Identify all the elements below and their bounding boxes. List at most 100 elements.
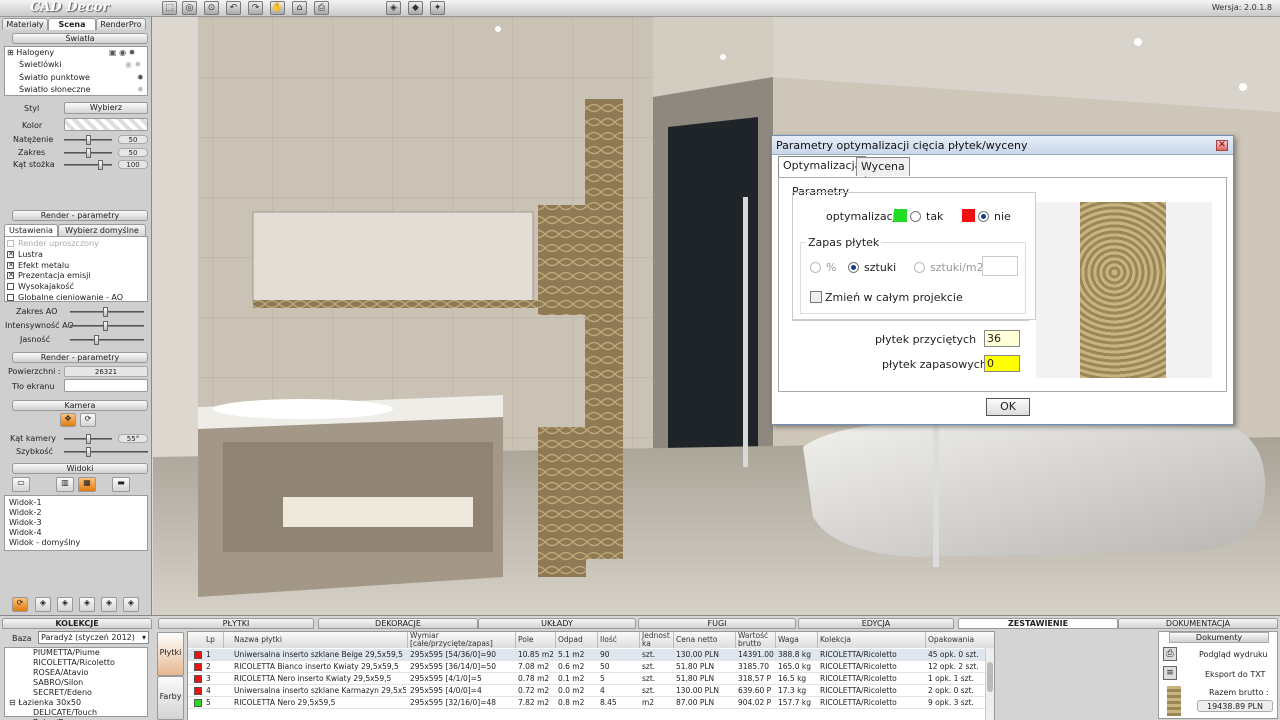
col-nazwa[interactable]: Nazwa płytki (224, 632, 408, 648)
slider-knob[interactable] (86, 447, 91, 457)
zakres-value[interactable]: 50 (118, 148, 148, 157)
podglad-wydruku-button[interactable]: Podgląd wydruku (1199, 650, 1268, 659)
tab-wybierz-domyslne[interactable]: Wybierz domyślne (58, 224, 146, 236)
visibility-icon[interactable]: ◉ ✹ (125, 60, 141, 69)
cube-view-icon[interactable]: ◈ (79, 597, 95, 612)
cube-view-icon[interactable]: ◈ (57, 597, 73, 612)
cube-side-icon[interactable]: ◆ (408, 1, 423, 15)
radio-sztuki-m2[interactable] (914, 262, 925, 273)
view-monitor-icon[interactable]: ▭ (12, 477, 30, 492)
kolor-swatch[interactable] (64, 118, 148, 131)
radio-percent[interactable] (810, 262, 821, 273)
slider-knob[interactable] (94, 335, 99, 345)
tab-fugi[interactable]: FUGI (638, 618, 796, 629)
scroll-thumb[interactable] (987, 662, 993, 692)
eye-icon[interactable]: ▣ ◉ ✹ (109, 48, 135, 57)
tlo-ekranu-swatch[interactable] (64, 379, 148, 392)
option-efekt-metalu[interactable]: ✕ Efekt metalu (7, 261, 69, 270)
view-item[interactable]: Widok-4 (5, 528, 147, 538)
checkbox[interactable] (7, 294, 14, 301)
kat-stozka-value[interactable]: 100 (118, 160, 148, 169)
natezenie-slider[interactable] (64, 135, 112, 145)
col-cena[interactable]: Cena netto (674, 632, 736, 648)
eksport-txt-button[interactable]: Eksport do TXT (1205, 670, 1265, 679)
col-wartosc[interactable]: Wartość brutto (736, 632, 776, 648)
styl-wybierz-button[interactable]: Wybierz (64, 102, 148, 114)
light-item-halogeny[interactable]: ⊞ Halogeny (7, 48, 54, 57)
col-kolekcja[interactable]: Kolekcja (818, 632, 926, 648)
jasnosc-slider[interactable] (70, 335, 144, 345)
collection-item[interactable]: RICOLETTA/Ricoletto (5, 658, 147, 668)
table-row[interactable]: 3 RICOLETTA Nero inserto Kwiaty 29,5x59,5… (188, 673, 986, 685)
view-item[interactable]: Widok - domyślny (5, 538, 147, 548)
slider-knob[interactable] (86, 135, 91, 145)
slider-knob[interactable] (86, 148, 91, 158)
option-wysokajakosc[interactable]: Wysokajakość (7, 282, 74, 291)
view-item[interactable]: Widok-2 (5, 508, 147, 518)
sun-icon[interactable]: ✹ (137, 85, 144, 94)
cube-icon[interactable]: ◈ (386, 1, 401, 15)
zmien-checkbox[interactable] (810, 291, 822, 303)
export-txt-icon[interactable]: ≡ (1163, 666, 1177, 680)
select-icon[interactable]: ⬚ (162, 1, 177, 15)
view-active-icon[interactable]: ▦ (78, 477, 96, 492)
tab-zestawienie[interactable]: ZESTAWIENIE (958, 618, 1118, 629)
kat-kamery-slider[interactable] (64, 434, 112, 444)
tab-plytki[interactable]: PŁYTKI (158, 618, 314, 629)
move-camera-icon[interactable]: ✥ (60, 413, 76, 427)
table-row[interactable]: 4 Uniwersalna inserto szklane Karmazyn 29… (188, 685, 986, 697)
close-icon[interactable]: ✕ (1216, 140, 1228, 151)
tab-scena[interactable]: Scena (48, 18, 96, 30)
redo-icon[interactable]: ↷ (248, 1, 263, 15)
table-row[interactable]: 2 RICOLETTA Bianco inserto Kwiaty 29,5x59… (188, 661, 986, 673)
view-item[interactable]: Widok-1 (5, 498, 147, 508)
kat-kamery-value[interactable]: 55° (118, 434, 148, 443)
undo-icon[interactable]: ↶ (226, 1, 241, 15)
option-lustra[interactable]: ✕ Lustra (7, 250, 43, 259)
option-render-uproszczony[interactable]: Render uproszczony (7, 239, 99, 248)
print-icon[interactable]: ⎙ (314, 1, 329, 15)
slider-knob[interactable] (86, 434, 91, 444)
tab-edycja[interactable]: EDYCJA (798, 618, 954, 629)
tab-dekoracje[interactable]: DEKORACJE (318, 618, 478, 629)
option-globalne-cieniowanie[interactable]: Globalne cieniowanie - AO (7, 293, 123, 302)
zoom-icon[interactable]: ⊙ (204, 1, 219, 15)
tab-optymalizacja[interactable]: Optymalizacja (778, 156, 867, 177)
slider-knob[interactable] (98, 160, 103, 170)
tab-wycena[interactable]: Wycena (856, 157, 910, 176)
baza-select[interactable]: Paradyż (styczeń 2012) ▾ (38, 631, 149, 644)
collection-item[interactable]: PIUMETTA/Piume (5, 648, 147, 658)
checkbox-checked[interactable]: ✕ (7, 262, 14, 269)
col-odpad[interactable]: Odpad (556, 632, 598, 648)
checkbox-checked[interactable]: ✕ (7, 272, 14, 279)
collection-item[interactable]: ROSEA/Atavio (5, 668, 147, 678)
rotate-camera-icon[interactable]: ⟳ (80, 413, 96, 427)
collection-item[interactable]: SECRET/Edeno (5, 688, 147, 698)
radio-sztuki[interactable] (848, 262, 859, 273)
collection-item[interactable]: DELICATE/Touch Beige/Brown (5, 708, 147, 720)
intensywnosc-ao-slider[interactable] (70, 321, 144, 331)
radio-tak[interactable] (910, 211, 921, 222)
checkbox-checked[interactable]: ✕ (7, 251, 14, 258)
sun-icon[interactable]: ✹ (137, 73, 144, 82)
cube-view-icon[interactable]: ◈ (101, 597, 117, 612)
tab-uklady[interactable]: UKŁADY (478, 618, 636, 629)
checkbox[interactable] (7, 240, 14, 247)
col-waga[interactable]: Waga (776, 632, 818, 648)
table-row[interactable]: 5 RICOLETTA Nero 29,5x59,5 295x595 [32/16/… (188, 697, 986, 709)
hand-icon[interactable]: ✋ (270, 1, 285, 15)
zakres-ao-slider[interactable] (70, 307, 144, 317)
chevron-down-icon[interactable]: ▾ (142, 632, 146, 644)
szybkosc-slider[interactable] (64, 447, 148, 457)
light-item-swietlowki[interactable]: Świetlówki (19, 60, 61, 69)
col-lp[interactable]: Lp (188, 632, 224, 648)
col-wymiar[interactable]: Wymiar [całe/przycięte/zapas] (408, 632, 516, 648)
shirt-icon[interactable]: ⌂ (292, 1, 307, 15)
side-tab-plytki[interactable]: Płytki (157, 632, 184, 676)
table-row[interactable]: 1 Uniwersalna inserto szklane Beige 29,5x… (188, 649, 986, 661)
table-scrollbar[interactable] (985, 648, 994, 720)
natezenie-value[interactable]: 50 (118, 135, 148, 144)
light-item-sloneczne[interactable]: Światło słoneczne (19, 85, 91, 94)
kat-stozka-slider[interactable] (64, 160, 112, 170)
render-icon[interactable]: ✦ (430, 1, 445, 15)
